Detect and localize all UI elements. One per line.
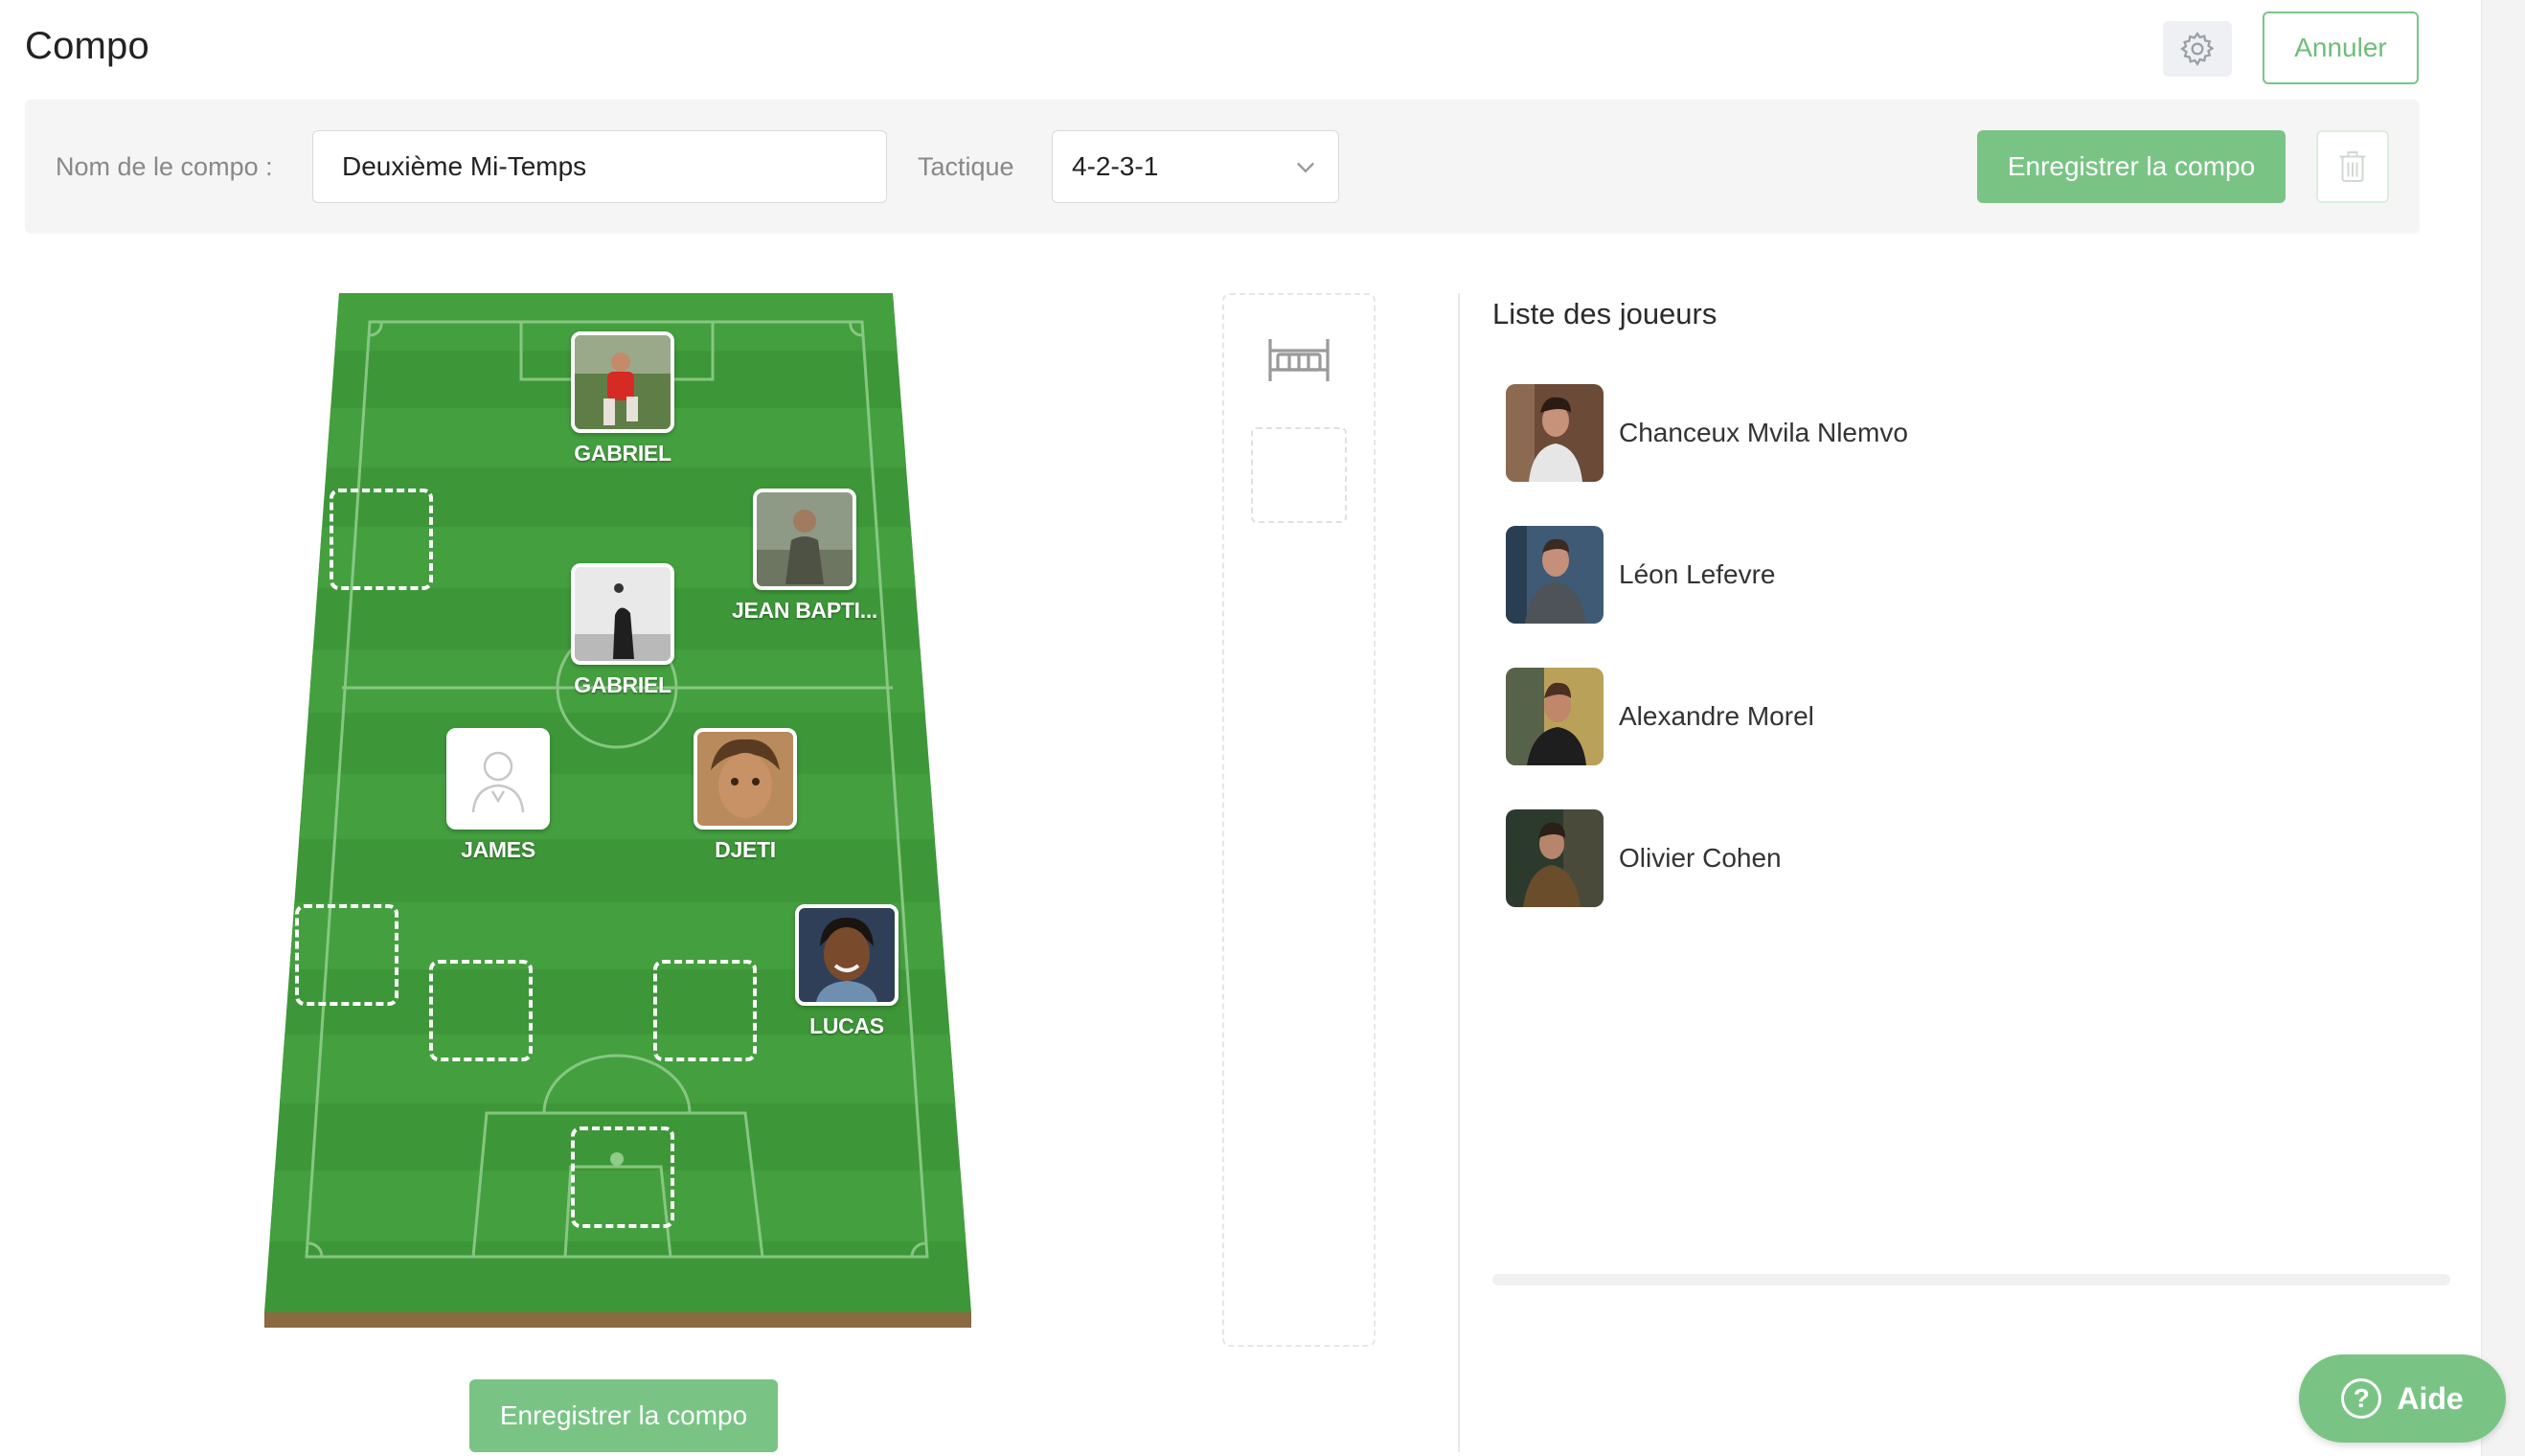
gear-icon	[2180, 32, 2215, 67]
player-list-name: Alexandre Morel	[1619, 701, 1814, 731]
player-avatar	[1506, 526, 1604, 624]
empty-lineup-slot[interactable]	[330, 489, 433, 590]
empty-lineup-slot[interactable]	[429, 960, 533, 1061]
page-title: Compo	[25, 25, 149, 67]
player-avatar	[1506, 809, 1604, 907]
question-icon: ?	[2341, 1378, 2382, 1419]
player-photo	[795, 904, 899, 1006]
empty-slot-outline	[429, 960, 533, 1061]
players-list-title: Liste des joueurs	[1492, 297, 1717, 330]
empty-lineup-slot[interactable]	[295, 904, 398, 1006]
player-name: JAMES	[461, 837, 535, 862]
chevron-down-icon	[1297, 162, 1314, 173]
empty-slot-outline	[653, 960, 757, 1061]
pitch: GABRIEL JEAN BAPTI... GABRIEL JAMES DJET…	[262, 293, 985, 1328]
tactic-select[interactable]: 4-2-3-1	[1052, 130, 1339, 203]
player-list-item[interactable]: Chanceux Mvila Nlemvo	[1506, 383, 2176, 483]
page-scrollbar[interactable]	[2481, 0, 2525, 1456]
tactic-value: 4-2-3-1	[1072, 151, 1159, 181]
save-compo-bottom-button[interactable]: Enregistrer la compo	[469, 1379, 778, 1452]
player-list-item[interactable]: Alexandre Morel	[1506, 667, 2176, 766]
lineup-slot[interactable]: LUCAS	[795, 904, 899, 1038]
player-list-item[interactable]: Léon Lefevre	[1506, 525, 2176, 625]
player-name: GABRIEL	[574, 672, 671, 697]
player-name: LUCAS	[809, 1013, 884, 1038]
player-name: GABRIEL	[574, 441, 671, 466]
tactic-label: Tactique	[918, 152, 1014, 181]
lineup-slot[interactable]: DJETI	[694, 728, 797, 862]
player-photo-placeholder	[446, 728, 550, 830]
empty-slot-outline	[330, 489, 433, 590]
player-list-item[interactable]: Olivier Cohen	[1506, 808, 2176, 908]
help-label: Aide	[2397, 1380, 2464, 1416]
player-photo	[571, 331, 674, 433]
player-list-name: Léon Lefevre	[1619, 559, 1776, 589]
player-name: DJETI	[715, 837, 776, 862]
empty-slot-outline	[295, 904, 398, 1006]
player-avatar	[1506, 668, 1604, 765]
bed-icon	[1268, 339, 1330, 381]
delete-compo-button[interactable]	[2316, 130, 2389, 203]
trash-icon	[2339, 151, 2366, 182]
settings-button[interactable]	[2163, 21, 2232, 77]
user-placeholder-icon	[471, 751, 525, 813]
player-photo	[571, 563, 674, 665]
player-list-name: Chanceux Mvila Nlemvo	[1619, 418, 1908, 447]
cancel-button[interactable]: Annuler	[2263, 11, 2419, 84]
compo-form-bar: Nom de le compo : Tactique 4-2-3-1 Enreg…	[25, 100, 2420, 234]
players-list-scrollbar[interactable]	[1492, 1274, 2450, 1285]
empty-lineup-slot[interactable]	[653, 960, 757, 1061]
bench-zone[interactable]	[1222, 293, 1376, 1347]
player-photo	[694, 728, 797, 830]
empty-slot-outline	[571, 1126, 674, 1228]
help-button[interactable]: ? Aide	[2299, 1354, 2506, 1443]
player-list-name: Olivier Cohen	[1619, 843, 1782, 873]
player-avatar	[1506, 384, 1604, 482]
column-divider	[1458, 293, 1460, 1452]
lineup-slot[interactable]: GABRIEL	[571, 563, 674, 697]
player-name: JEAN BAPTI...	[731, 598, 877, 623]
compo-name-label: Nom de le compo :	[56, 152, 273, 181]
page: Compo Annuler Nom de le compo : Tactique…	[0, 0, 2481, 1456]
lineup-slot[interactable]: GABRIEL	[571, 331, 674, 466]
goalkeeper-slot[interactable]	[571, 1126, 674, 1228]
lineup-slot[interactable]: JAMES	[446, 728, 550, 862]
player-photo	[753, 489, 856, 590]
lineup-slot[interactable]: JEAN BAPTI...	[732, 489, 877, 623]
compo-name-input[interactable]	[312, 130, 887, 203]
save-compo-button[interactable]: Enregistrer la compo	[1977, 130, 2286, 203]
bench-slot[interactable]	[1251, 427, 1347, 523]
